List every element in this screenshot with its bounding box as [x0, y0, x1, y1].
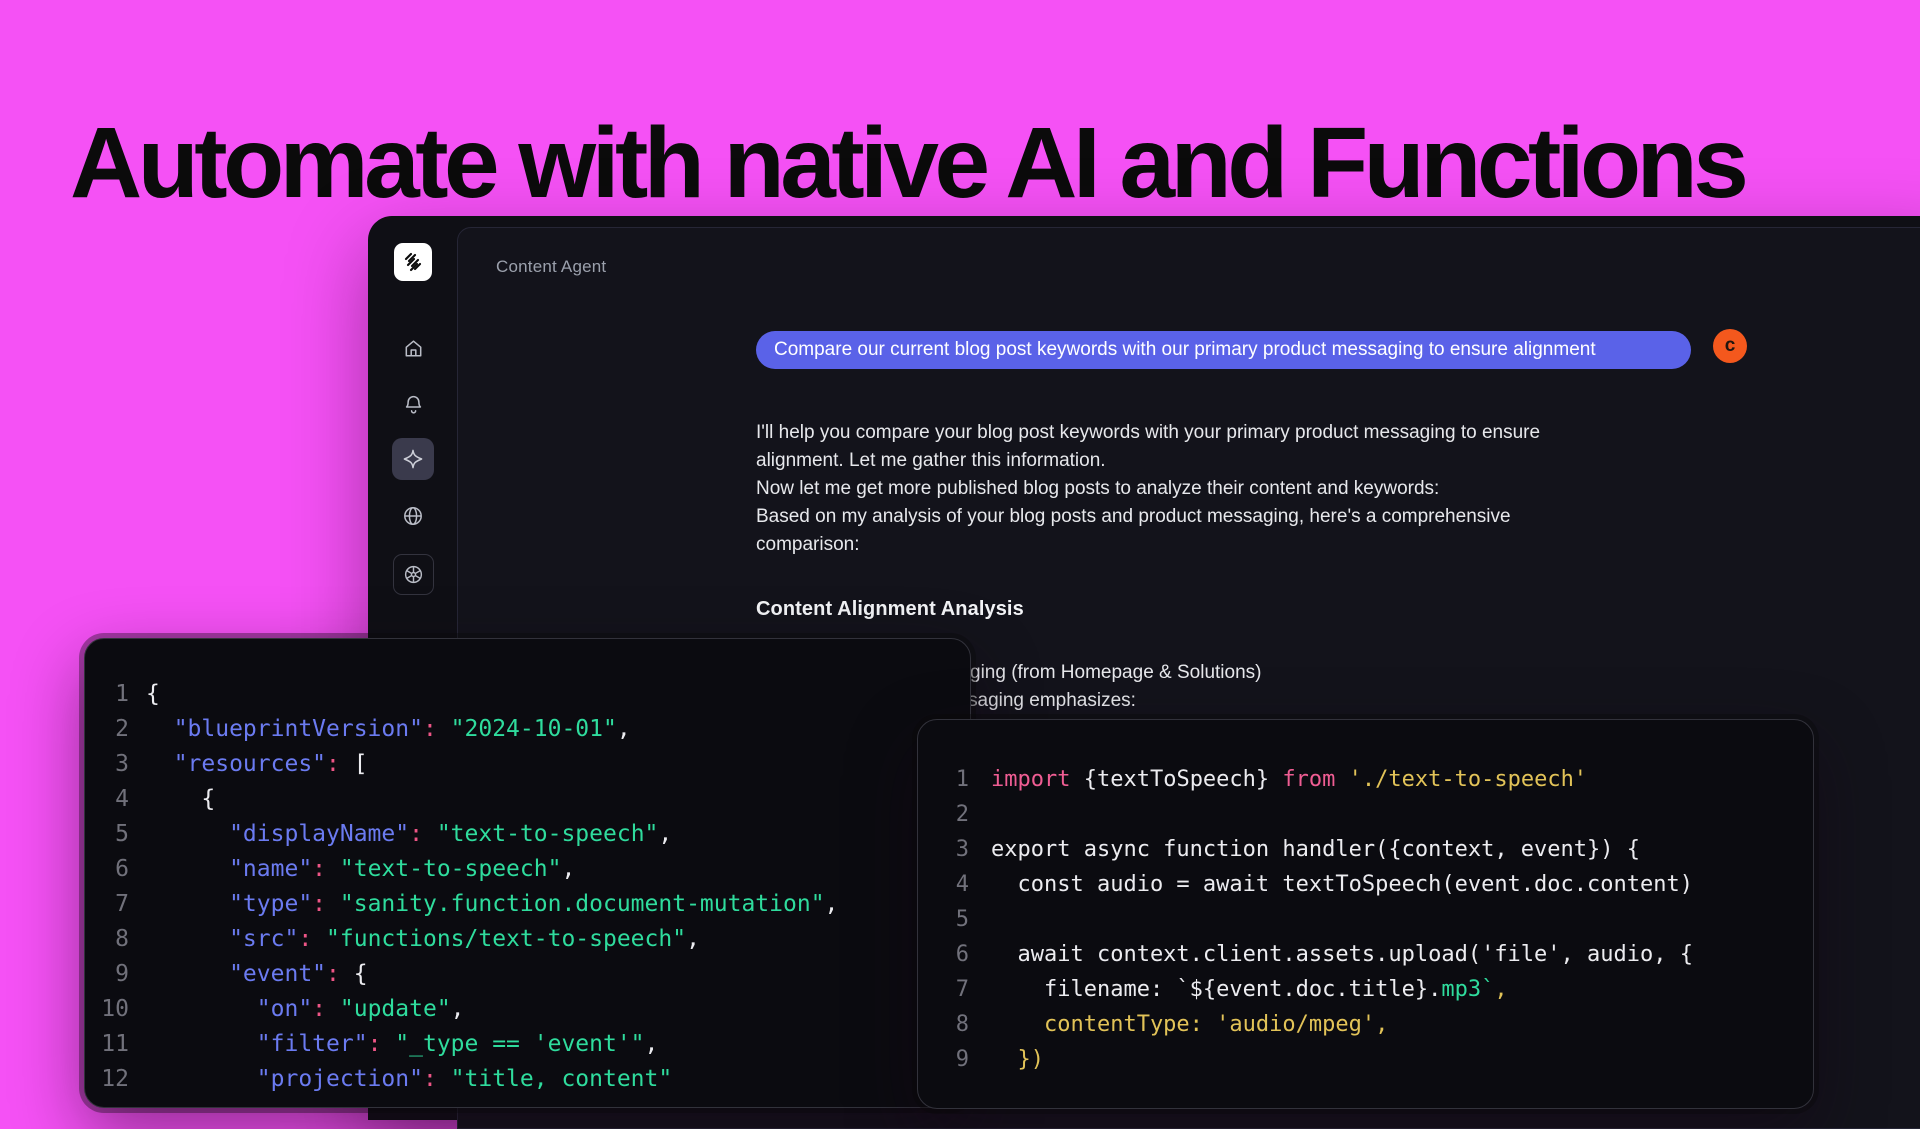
assistant-response-text: I'll help you compare your blog post key… [756, 419, 1716, 559]
analysis-section-heading: Content Alignment Analysis [756, 598, 1024, 621]
user-avatar: c [1713, 329, 1747, 363]
panel-title: Content Agent [496, 257, 606, 277]
user-message-bubble: Compare our current blog post keywords w… [756, 331, 1691, 369]
sidebar-item-home[interactable] [392, 327, 434, 369]
sanity-logo-button[interactable] [394, 243, 432, 281]
code-window-function-js: 1import {textToSpeech} from './text-to-s… [917, 719, 1814, 1109]
reel-icon [402, 563, 425, 586]
code-window-blueprint-json: 1{2 "blueprintVersion": "2024-10-01",3 "… [84, 638, 971, 1108]
globe-icon [401, 504, 425, 528]
code-editor-js: 1import {textToSpeech} from './text-to-s… [918, 720, 1813, 1077]
home-icon [402, 337, 425, 360]
sanity-logo-icon [401, 250, 425, 274]
sidebar-item-globe[interactable] [392, 495, 434, 537]
partial-text-line-1: ging (from Homepage & Solutions) [970, 659, 1261, 687]
sidebar-item-notifications[interactable] [392, 383, 434, 425]
code-editor-json: 1{2 "blueprintVersion": "2024-10-01",3 "… [85, 639, 970, 1097]
sidebar-item-ai-assistant[interactable] [392, 438, 434, 480]
sparkle-icon [401, 447, 425, 471]
page-title: Automate with native AI and Functions [70, 111, 1744, 216]
partial-text-line-2: saging emphasizes: [968, 687, 1136, 715]
sidebar-item-media[interactable] [393, 554, 434, 595]
bell-icon [402, 393, 425, 416]
